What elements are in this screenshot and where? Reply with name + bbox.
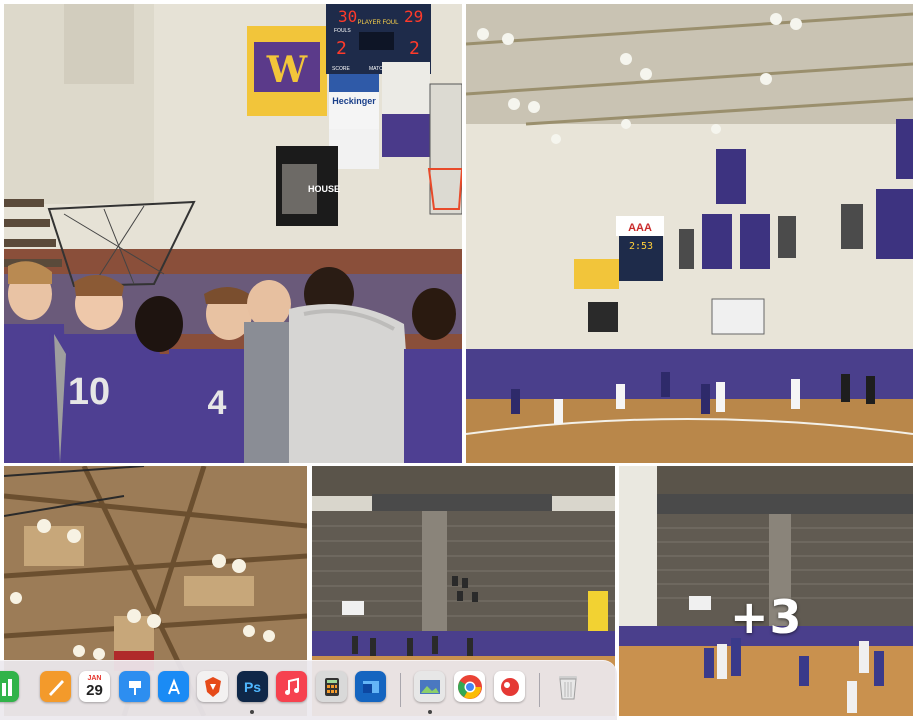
small-clock: 2:53 [629,241,653,252]
photoshop-label: Ps [243,678,262,695]
photo-booth-icon[interactable] [494,671,525,702]
running-indicator-preview [428,710,432,714]
team-huddle-photo[interactable]: W 30 29 PLAYER FOUL FOULS 2 2 SCORE MATC… [4,4,462,463]
jersey-number-a: 10 [68,371,110,413]
guest-fouls: 2 [409,38,420,59]
home-score: 30 [338,7,357,26]
music-icon[interactable] [276,671,307,702]
dock-separator [400,673,401,707]
running-indicator-photoshop [250,710,254,714]
pages-icon[interactable] [40,671,71,702]
dock-separator-2 [539,673,540,707]
player-foul-label: PLAYER FOUL [358,20,400,26]
app-store-icon[interactable] [158,671,189,702]
guest-score: 29 [404,7,423,26]
jersey-number-b: 4 [208,384,227,422]
fouls-label: FOULS [334,28,351,34]
macos-dock: JAN 29 Ps [0,660,617,720]
calendar-day: 29 [86,682,103,699]
heckinger-sign: Heckinger [332,96,376,106]
brave-icon[interactable] [197,671,228,702]
home-fouls: 2 [336,38,347,59]
svg-text:W: W [266,49,308,91]
numbers-icon[interactable] [0,671,19,702]
photoshop-icon[interactable]: Ps [237,671,268,702]
preview-icon[interactable] [414,671,445,702]
calendar-icon[interactable]: JAN 29 [79,671,110,702]
house-poster-text: HOUSE [308,184,340,194]
more-photos-count[interactable]: +3 [730,590,803,644]
keynote-icon[interactable] [119,671,150,702]
trash-icon[interactable] [552,671,583,702]
game-action-photo[interactable]: AAA 2:53 [466,4,913,463]
outlook-icon[interactable] [355,671,386,702]
chrome-icon[interactable] [454,671,485,702]
calculator-icon[interactable] [316,671,347,702]
score-label: SCORE [332,66,350,72]
aaa-sign: AAA [628,222,652,234]
